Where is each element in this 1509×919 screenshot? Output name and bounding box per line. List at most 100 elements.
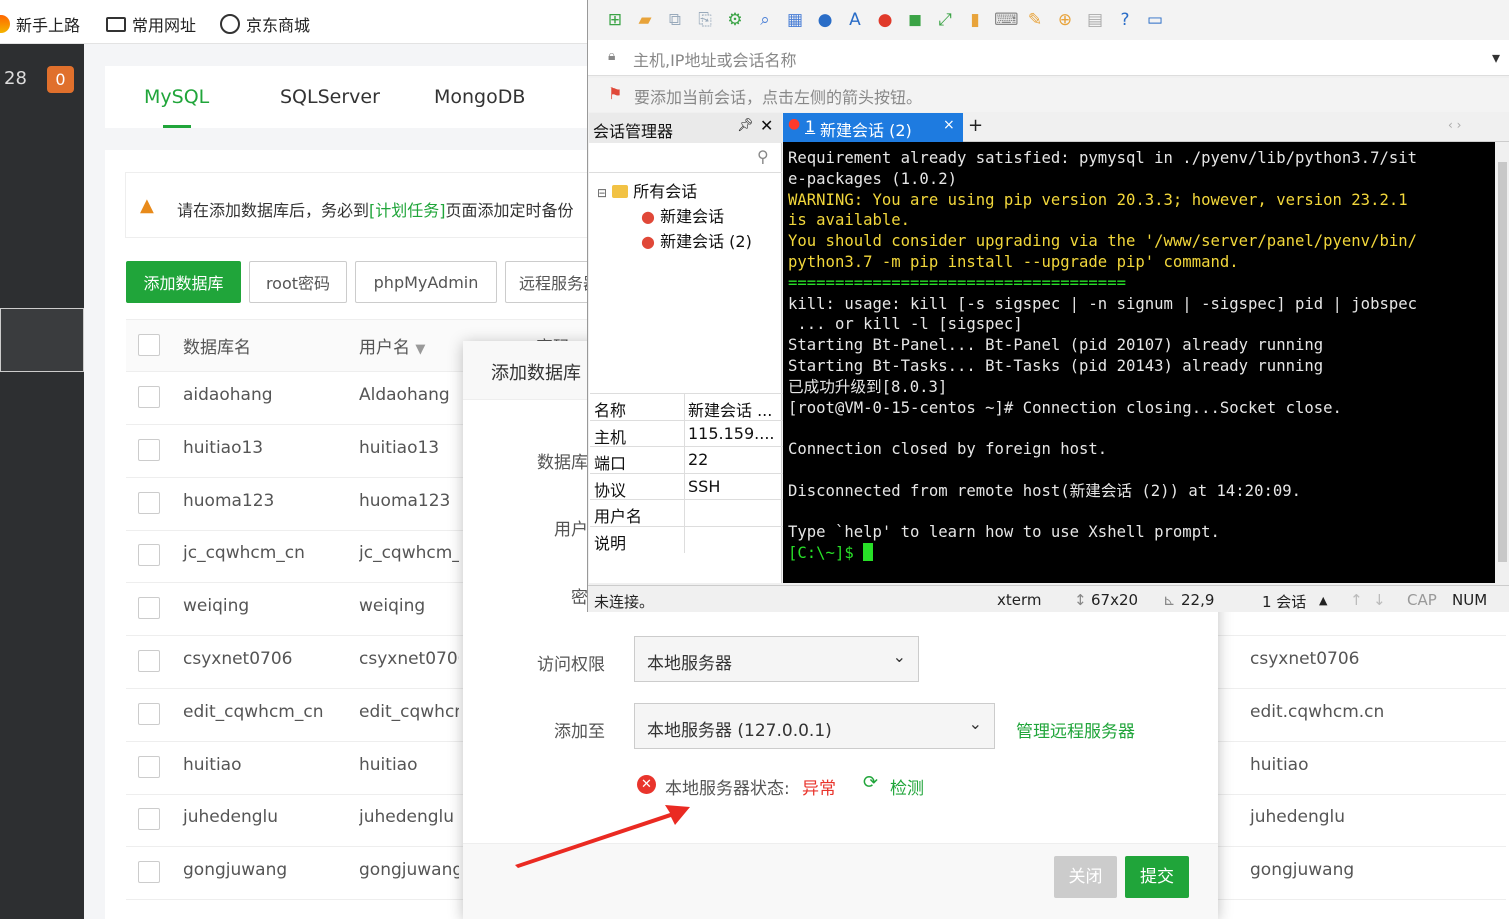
session-tree: ⊟ 所有会话 ● 新建会话 ● 新建会话 (2) [597,178,752,253]
row-db-name: huitiao [183,754,242,775]
bookmark-label: 新手上路 [16,16,81,35]
terminal-line: is available. [788,211,911,230]
row-username: huoma123 [359,490,451,511]
terminal-scrollbar[interactable] [1495,142,1509,583]
root-password-button[interactable]: root密码 [249,261,347,303]
scrollbar-thumb[interactable] [1498,162,1507,562]
tab-sqlserver[interactable]: SQLServer [280,86,380,108]
row-checkbox[interactable] [138,491,160,514]
session-manager-panel: 会话管理器 📌︎ ✕ ⚲ ⊟ 所有会话 ● 新建会话 ● 新建会话 (2) 名称… [589,113,783,583]
row-checkbox[interactable] [138,755,160,778]
select-all-checkbox[interactable] [138,334,160,356]
find-icon[interactable]: ⌕ [754,10,776,30]
row-checkbox[interactable] [138,808,160,831]
tree-session-2[interactable]: ● 新建会话 (2) [597,228,752,253]
font-icon[interactable]: A [844,10,866,30]
help-icon[interactable]: ? [1114,10,1136,30]
scroll-down-icon[interactable]: ↓ [1373,591,1386,609]
tab-mysql[interactable]: MySQL [144,86,209,108]
row-checkbox[interactable] [138,650,160,672]
row-checkbox[interactable] [138,702,160,725]
bookmark-label: 京东商城 [246,16,311,35]
plus-box-icon[interactable]: ⊕ [1054,10,1076,30]
script-icon[interactable]: ✎ [1024,10,1046,30]
terminal-line: ==================================== [788,273,1126,292]
address-input[interactable]: 主机,IP地址或会话名称 [633,47,796,71]
phpmyadmin-button[interactable]: phpMyAdmin [355,261,497,303]
bookmark-common-sites[interactable]: 常用网址 [106,12,196,36]
xftp-icon[interactable]: ● [874,10,896,30]
xshell-window: ⊞ ▰ ⧉ ⎘ ⚙ ⌕ ▦ ● A ● ◼ ⤢ ▮ ⌨ ✎ ⊕ ▤? ▭ 🔒︎ 主机,IP地址或会话名称 ▾ ⚑ … [587,0,1509,612]
property-value: 22 [688,450,709,470]
new-session-icon[interactable]: ⊞ [604,10,626,30]
globe-icon [220,14,240,34]
col-username[interactable]: 用户名 ▼ [359,333,459,358]
property-row: 端口 22 [590,446,783,474]
terminal-line: kill: usage: kill [-s sigspec | -n signu… [788,294,1418,313]
layout2-icon[interactable]: ▤ [1084,10,1106,30]
db-type-tabs: MySQL SQLServer MongoDB [105,66,595,128]
address-dropdown-icon[interactable]: ▾ [1492,48,1500,67]
xshell-address-bar[interactable]: 🔒︎ 主机,IP地址或会话名称 ▾ [588,40,1509,76]
submit-button[interactable]: 提交 [1125,856,1189,898]
globe-icon[interactable]: ● [814,10,836,30]
tree-all-sessions[interactable]: ⊟ 所有会话 [597,178,752,203]
check-link[interactable]: 检测 [890,774,924,799]
chat-icon[interactable]: ▭ [1144,10,1166,30]
firefox-icon [0,15,10,33]
bookmark-jd[interactable]: 京东商城 [220,12,310,36]
schedule-task-link[interactable]: [计划任务] [369,201,446,220]
row-db-name: jc_cqwhcm_cn [183,543,305,564]
row-db-name: weiqing [183,596,250,617]
close-panel-icon[interactable]: ✕ [760,116,773,135]
lock-icon: 🔒︎ [608,48,616,64]
sidebar-badge[interactable]: 0 [47,66,74,93]
open-folder-icon[interactable]: ▰ [634,10,656,30]
bookmark-label: 常用网址 [132,16,197,35]
fullscreen-icon[interactable]: ⤢ [934,10,956,30]
session-search[interactable]: ⚲ [589,143,782,173]
tab-close-icon[interactable]: × [943,117,955,133]
sessions-up-icon[interactable]: ▲ [1319,594,1327,607]
col-db-name[interactable]: 数据库名 [183,333,251,358]
row-note: huitiao [1250,754,1309,775]
access-select[interactable]: 本地服务器 ⌄ [634,636,919,682]
xmanager-icon[interactable]: ◼ [904,10,926,30]
row-username: csyxnet0706 [359,649,459,669]
row-checkbox[interactable] [138,861,160,884]
copy-icon[interactable]: ⧉ [664,10,686,30]
sidebar-item-selected[interactable] [0,308,84,372]
row-checkbox[interactable] [138,386,160,408]
row-checkbox[interactable] [138,597,160,620]
layout-icon[interactable]: ▦ [784,10,806,30]
keyboard-icon[interactable]: ⌨ [994,10,1019,30]
tree-session-1[interactable]: ● 新建会话 [597,203,752,228]
row-db-name: gongjuwang [183,860,288,881]
manage-remote-link[interactable]: 管理远程服务器 [1016,717,1135,742]
row-checkbox[interactable] [138,544,160,567]
bookmark-flag-icon[interactable]: ⚑ [608,84,622,103]
session-manager-title: 会话管理器 📌︎ ✕ [589,113,782,143]
remote-server-button[interactable]: 远程服务器 [505,261,595,303]
scroll-up-icon[interactable]: ↑ [1350,591,1363,609]
new-tab-icon[interactable]: + [968,115,983,136]
bookmark-newbie[interactable]: 新手上路 [0,12,80,36]
terminal[interactable]: Requirement already satisfied: pymysql i… [783,142,1495,583]
tab-session-2[interactable]: ● 1 新建会话 (2) × [783,113,963,142]
paste-icon[interactable]: ⎘ [694,10,716,30]
connection-status: 未连接。 [594,593,655,611]
tab-mongodb[interactable]: MongoDB [434,86,525,108]
session-count[interactable]: 1 会话 [1262,591,1306,612]
settings-icon[interactable]: ⚙ [724,10,746,30]
add-database-button[interactable]: 添加数据库 [126,261,241,303]
add-to-select[interactable]: 本地服务器 (127.0.0.1) ⌄ [634,703,995,749]
row-note: juhedenglu [1250,807,1346,828]
refresh-icon[interactable]: ⟳ [863,772,878,793]
terminal-type: xterm [997,591,1042,609]
tab-scroll-icon[interactable]: ‹ › [1448,118,1461,132]
pin-icon[interactable]: 📌︎ [737,118,754,133]
close-button[interactable]: 关闭 [1054,856,1117,898]
sort-caret-icon: ▼ [415,342,426,357]
lock-icon[interactable]: ▮ [964,10,986,30]
row-checkbox[interactable] [138,438,160,461]
